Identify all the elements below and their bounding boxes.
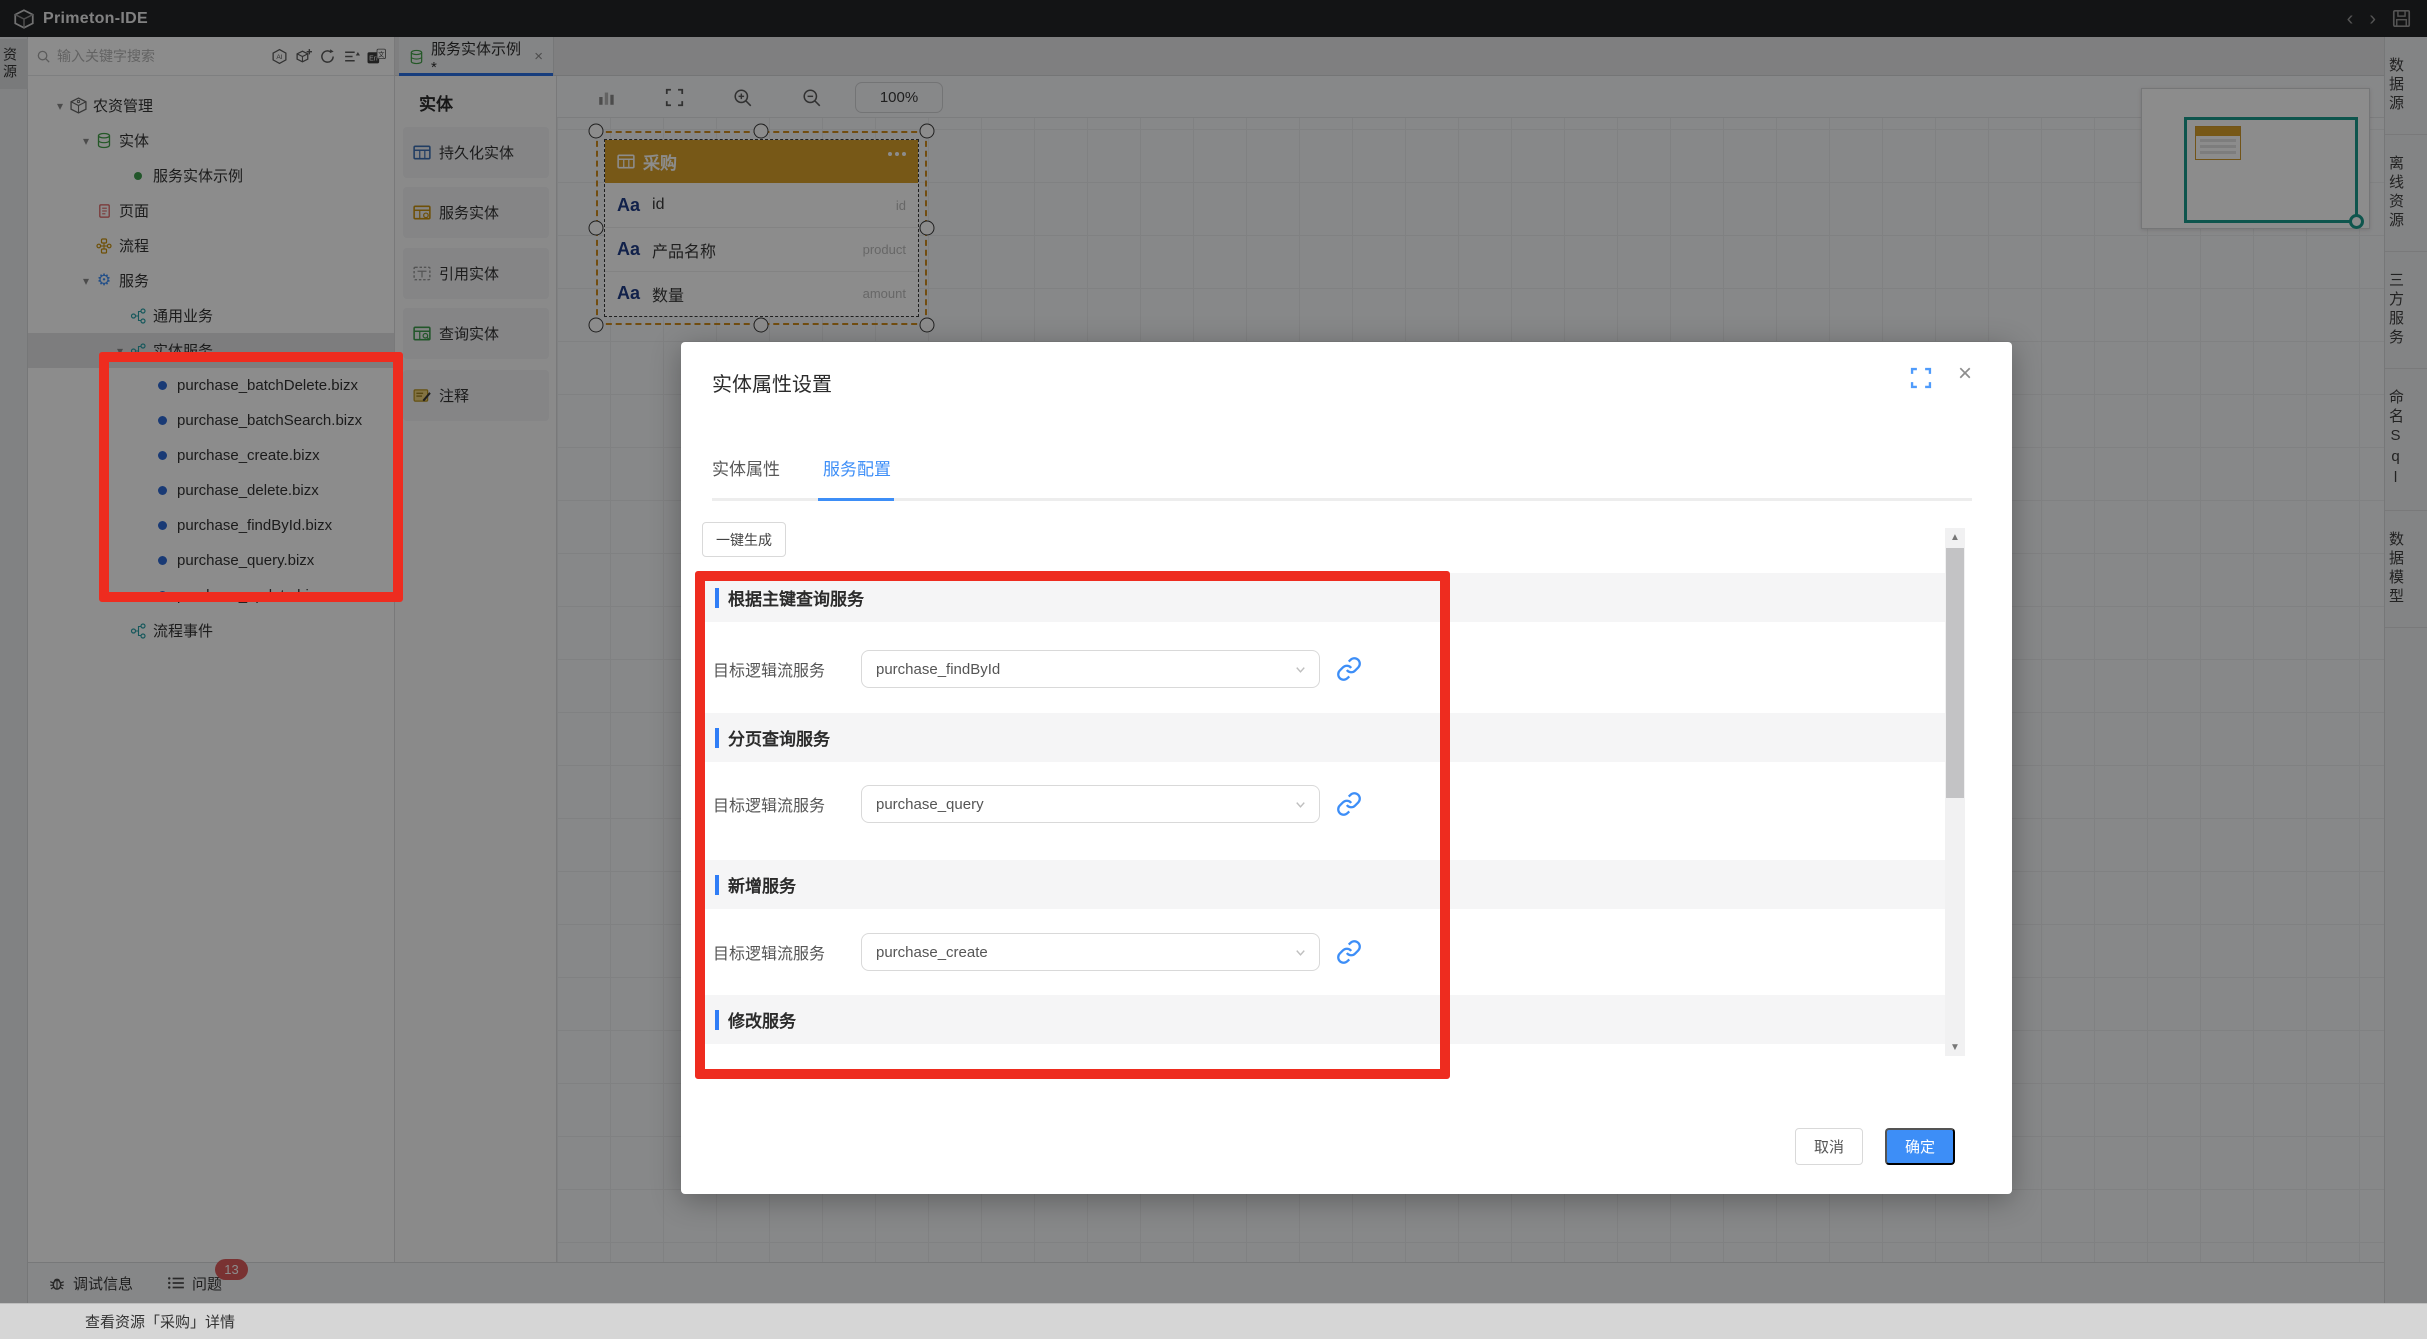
section-title: 修改服务 — [728, 1007, 796, 1032]
cancel-button[interactable]: 取消 — [1795, 1128, 1863, 1165]
section-header-find-by-id: 根据主键查询服务 — [703, 573, 1958, 622]
field-label: 目标逻辑流服务 — [713, 940, 861, 964]
fullscreen-icon[interactable] — [1910, 367, 1932, 389]
chevron-down-icon — [1293, 945, 1308, 960]
dialog-tab-entity-props[interactable]: 实体属性 — [712, 455, 780, 500]
target-flow-select-create[interactable]: purchase_create — [861, 933, 1320, 971]
section-accent-bar — [715, 728, 719, 748]
section-header-paged-query: 分页查询服务 — [703, 713, 1958, 762]
scroll-down-icon[interactable]: ▼ — [1945, 1038, 1965, 1056]
service-row-create: 目标逻辑流服务 purchase_create — [713, 933, 1362, 971]
dialog-tab-service-config[interactable]: 服务配置 — [823, 455, 891, 500]
chevron-down-icon — [1293, 662, 1308, 677]
select-value: purchase_create — [876, 944, 988, 961]
section-title: 新增服务 — [728, 872, 796, 897]
field-label: 目标逻辑流服务 — [713, 657, 861, 681]
section-header-create: 新增服务 — [703, 860, 1958, 909]
service-row-find-by-id: 目标逻辑流服务 purchase_findById — [713, 650, 1362, 688]
select-value: purchase_query — [876, 796, 984, 813]
section-title: 分页查询服务 — [728, 725, 830, 750]
tab-track — [712, 498, 1972, 501]
target-flow-select-find-by-id[interactable]: purchase_findById — [861, 650, 1320, 688]
section-accent-bar — [715, 1010, 719, 1030]
service-row-paged-query: 目标逻辑流服务 purchase_query — [713, 785, 1362, 823]
scrollbar-thumb[interactable] — [1946, 548, 1964, 798]
open-flow-link-icon[interactable] — [1336, 939, 1362, 965]
dialog-title: 实体属性设置 — [712, 368, 832, 397]
ok-button[interactable]: 确定 — [1885, 1128, 1955, 1165]
status-text: 查看资源「采购」详情 — [85, 1311, 235, 1332]
open-flow-link-icon[interactable] — [1336, 656, 1362, 682]
section-accent-bar — [715, 875, 719, 895]
dialog-scrollbar[interactable]: ▲ ▼ — [1945, 528, 1965, 1056]
field-label: 目标逻辑流服务 — [713, 792, 861, 816]
open-flow-link-icon[interactable] — [1336, 791, 1362, 817]
close-icon[interactable]: × — [1958, 360, 1972, 388]
one-click-generate-button[interactable]: 一键生成 — [702, 522, 786, 557]
section-header-update: 修改服务 — [703, 995, 1958, 1044]
select-value: purchase_findById — [876, 661, 1000, 678]
status-bar: 查看资源「采购」详情 — [0, 1303, 2427, 1339]
section-accent-bar — [715, 588, 719, 608]
entity-properties-dialog: 实体属性设置 × 实体属性 服务配置 一键生成 根据主键查询服务 目标逻辑流服务… — [681, 342, 2012, 1194]
tab-active-underline — [818, 498, 894, 501]
chevron-down-icon — [1293, 797, 1308, 812]
primeton-ide-window: Primeton-IDE ‹ › 资源 AI — [0, 0, 2427, 1339]
section-title: 根据主键查询服务 — [728, 585, 864, 610]
target-flow-select-paged-query[interactable]: purchase_query — [861, 785, 1320, 823]
scroll-up-icon[interactable]: ▲ — [1945, 528, 1965, 546]
